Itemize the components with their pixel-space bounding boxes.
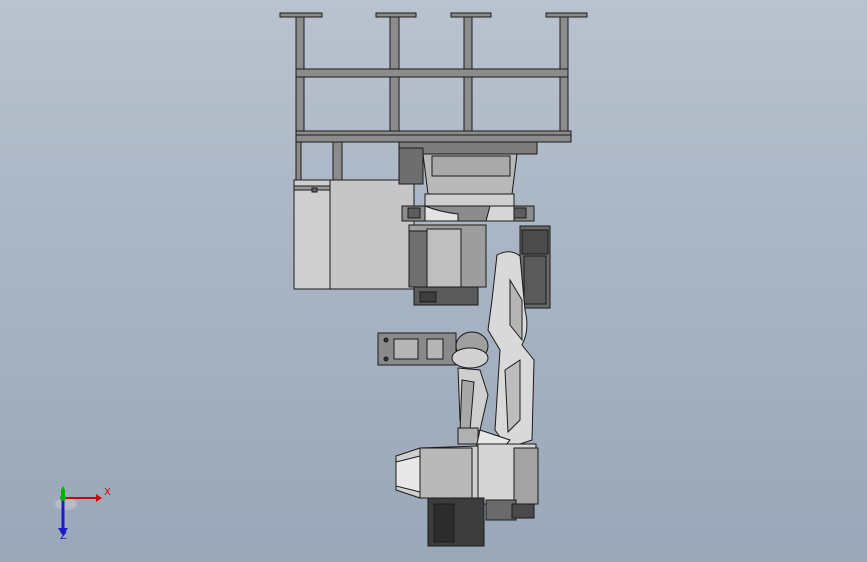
wire-feeder-bracket (377, 332, 457, 366)
robot-base (398, 141, 538, 222)
controller-cabinet (293, 179, 415, 290)
coordinate-triad: X Z (52, 484, 122, 546)
robot-cell-model[interactable] (0, 0, 867, 562)
welding-torch (395, 443, 539, 547)
x-axis-label: X (104, 487, 111, 498)
z-axis-label: Z (60, 531, 67, 542)
axis-2-motor (519, 225, 551, 309)
cad-graphics-viewport[interactable]: X Z (0, 0, 867, 562)
axis-1-motor (408, 224, 487, 306)
